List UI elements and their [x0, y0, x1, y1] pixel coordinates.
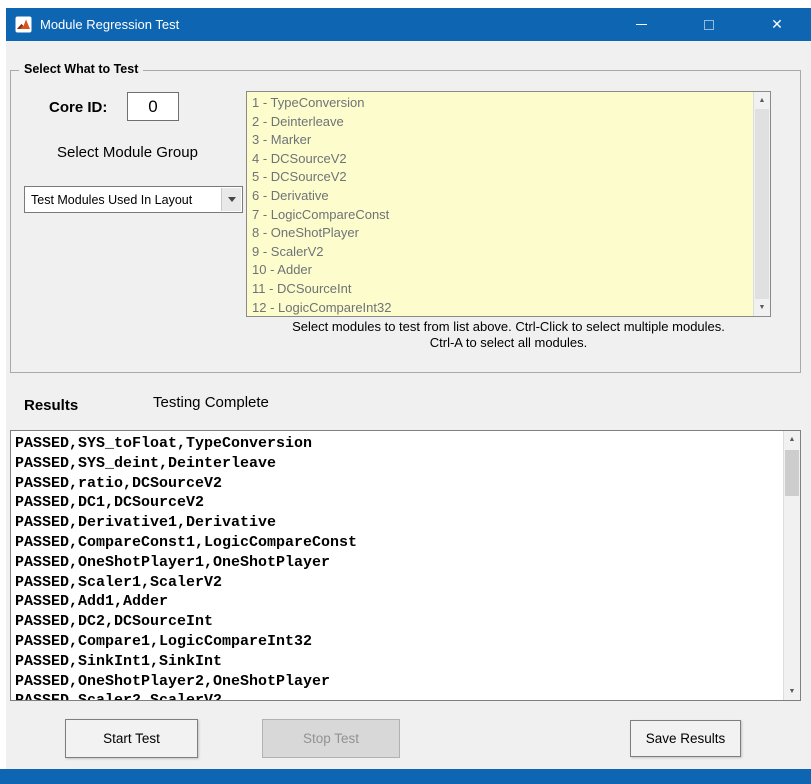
window-body: Select What to Test Core ID: Select Modu…	[6, 41, 811, 769]
result-line[interactable]: PASSED,DC2,DCSourceInt	[15, 612, 783, 632]
titlebar: Module Regression Test ✕	[6, 8, 811, 41]
result-line[interactable]: PASSED,Scaler2,ScalerV2	[15, 691, 783, 700]
scroll-down-icon[interactable]: ▼	[784, 683, 800, 700]
module-list-item[interactable]: 4 - DCSourceV2	[252, 150, 753, 169]
results-scrollbar[interactable]: ▲ ▼	[783, 431, 800, 700]
module-group-label: Select Module Group	[57, 144, 198, 161]
scroll-up-icon[interactable]: ▲	[784, 431, 800, 448]
module-list-item[interactable]: 2 - Deinterleave	[252, 113, 753, 132]
minimize-icon	[636, 24, 647, 25]
module-list-item[interactable]: 8 - OneShotPlayer	[252, 224, 753, 243]
result-line[interactable]: PASSED,SYS_deint,Deinterleave	[15, 454, 783, 474]
maximize-button[interactable]	[675, 8, 743, 41]
maximize-icon	[704, 20, 714, 30]
module-group-selected-value: Test Modules Used In Layout	[25, 193, 192, 207]
module-list-item[interactable]: 7 - LogicCompareConst	[252, 206, 753, 225]
save-results-button[interactable]: Save Results	[630, 720, 741, 757]
core-id-label: Core ID:	[49, 99, 107, 116]
module-list-item[interactable]: 9 - ScalerV2	[252, 243, 753, 262]
result-line[interactable]: PASSED,ratio,DCSourceV2	[15, 474, 783, 494]
panel-title: Select What to Test	[19, 62, 143, 76]
module-listbox[interactable]: 1 - TypeConversion 2 - Deinterleave 3 - …	[246, 91, 771, 317]
window-title: Module Regression Test	[40, 17, 179, 32]
result-line[interactable]: PASSED,Scaler1,ScalerV2	[15, 573, 783, 593]
module-list-item[interactable]: 3 - Marker	[252, 131, 753, 150]
result-line[interactable]: PASSED,Add1,Adder	[15, 592, 783, 612]
result-line[interactable]: PASSED,CompareConst1,LogicCompareConst	[15, 533, 783, 553]
testing-status-text: Testing Complete	[153, 394, 269, 411]
window-bottom-border	[0, 769, 811, 784]
core-id-input[interactable]	[127, 92, 179, 121]
close-button[interactable]: ✕	[743, 8, 811, 41]
chevron-down-icon[interactable]	[221, 188, 241, 211]
result-line[interactable]: PASSED,OneShotPlayer1,OneShotPlayer	[15, 553, 783, 573]
results-lines: PASSED,SYS_toFloat,TypeConversion PASSED…	[11, 431, 783, 700]
module-group-dropdown[interactable]: Test Modules Used In Layout	[24, 186, 243, 213]
scrollbar-thumb[interactable]	[755, 109, 769, 299]
result-line[interactable]: PASSED,OneShotPlayer2,OneShotPlayer	[15, 672, 783, 692]
result-line[interactable]: PASSED,DC1,DCSourceV2	[15, 493, 783, 513]
start-test-button[interactable]: Start Test	[65, 719, 198, 758]
module-select-hint-line2: Ctrl-A to select all modules.	[246, 335, 771, 351]
results-listbox[interactable]: PASSED,SYS_toFloat,TypeConversion PASSED…	[10, 430, 801, 701]
module-list-items: 1 - TypeConversion 2 - Deinterleave 3 - …	[247, 92, 753, 316]
module-select-hint: Select modules to test from list above. …	[246, 319, 771, 351]
matlab-logo-icon	[15, 16, 32, 33]
module-list-item[interactable]: 11 - DCSourceInt	[252, 280, 753, 299]
module-list-item[interactable]: 1 - TypeConversion	[252, 94, 753, 113]
scroll-down-icon[interactable]: ▼	[754, 299, 770, 316]
scroll-up-icon[interactable]: ▲	[754, 92, 770, 109]
module-list-item[interactable]: 12 - LogicCompareInt32	[252, 299, 753, 317]
scrollbar-thumb[interactable]	[785, 450, 799, 496]
window-controls: ✕	[607, 8, 811, 41]
results-label: Results	[24, 397, 78, 414]
module-select-hint-line1: Select modules to test from list above. …	[246, 319, 771, 335]
result-line[interactable]: PASSED,Derivative1,Derivative	[15, 513, 783, 533]
module-list-item[interactable]: 5 - DCSourceV2	[252, 168, 753, 187]
module-list-item[interactable]: 6 - Derivative	[252, 187, 753, 206]
result-line[interactable]: PASSED,Compare1,LogicCompareInt32	[15, 632, 783, 652]
select-what-to-test-panel: Select What to Test Core ID: Select Modu…	[10, 70, 801, 373]
module-regression-test-window: Module Regression Test ✕ Select What to …	[0, 0, 811, 784]
stop-test-button[interactable]: Stop Test	[262, 719, 400, 758]
result-line[interactable]: PASSED,SYS_toFloat,TypeConversion	[15, 434, 783, 454]
close-icon: ✕	[771, 16, 783, 33]
module-list-item[interactable]: 10 - Adder	[252, 261, 753, 280]
minimize-button[interactable]	[607, 8, 675, 41]
module-list-scrollbar[interactable]: ▲ ▼	[753, 92, 770, 316]
result-line[interactable]: PASSED,SinkInt1,SinkInt	[15, 652, 783, 672]
